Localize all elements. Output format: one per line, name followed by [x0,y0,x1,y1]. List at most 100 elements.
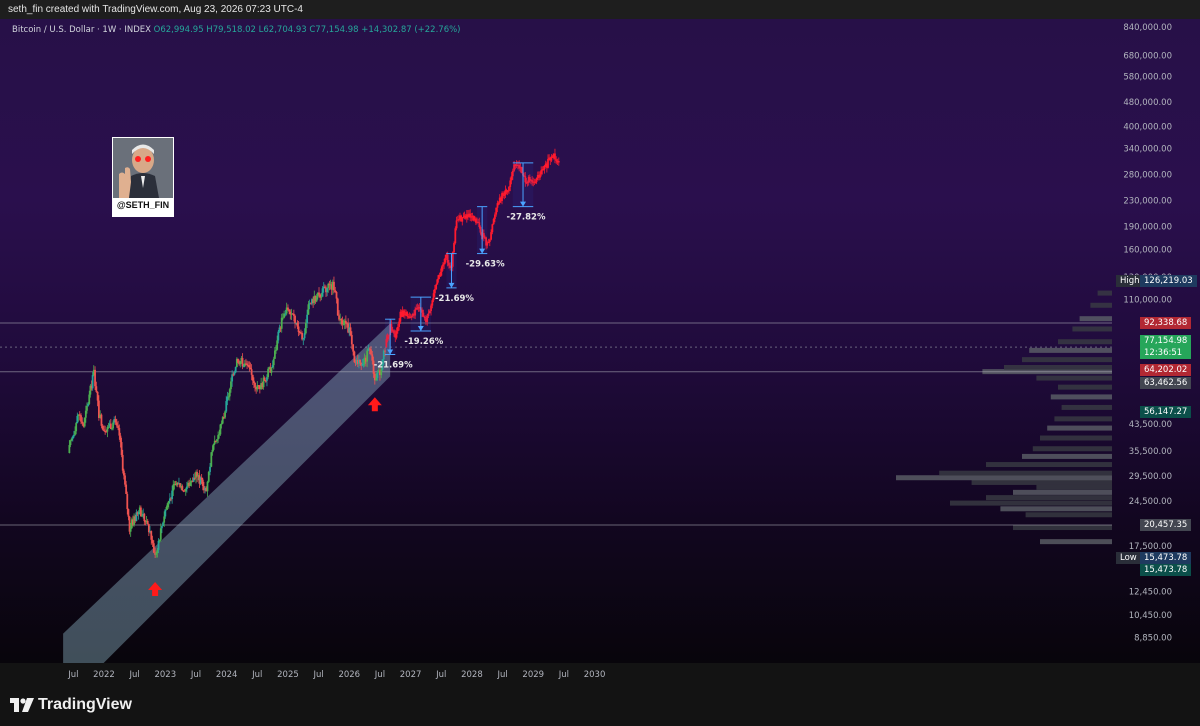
candle[interactable] [105,431,108,433]
candle[interactable] [73,434,75,437]
candle[interactable] [84,410,87,418]
candle[interactable] [124,475,126,485]
candle[interactable] [274,350,276,359]
projected-candle[interactable] [454,228,457,244]
projected-candle[interactable] [491,224,494,233]
candle[interactable] [189,482,192,486]
candle[interactable] [288,309,291,312]
projected-candle[interactable] [406,312,409,317]
candle[interactable] [359,359,361,363]
candle[interactable] [219,424,222,435]
candle[interactable] [225,401,228,412]
candle[interactable] [266,377,268,381]
projected-candle[interactable] [508,187,510,192]
candle[interactable] [251,374,254,381]
projected-candle[interactable] [496,203,499,208]
projected-candle[interactable] [442,264,444,267]
projected-candle[interactable] [395,331,398,338]
candle[interactable] [362,363,365,365]
projected-candle[interactable] [461,217,464,222]
candle[interactable] [91,375,94,389]
projected-candle[interactable] [396,326,399,332]
candle[interactable] [227,396,230,398]
candle[interactable] [217,435,220,440]
projected-candle[interactable] [539,174,541,178]
candle[interactable] [232,374,235,376]
projected-candle[interactable] [502,193,505,195]
candle[interactable] [277,331,280,341]
candle[interactable] [264,380,267,382]
projected-candle[interactable] [444,257,447,263]
candle[interactable] [75,423,78,432]
time-axis[interactable]: Jul 2022 Jul 2023 Jul 2024 Jul 2025 Jul 2026 Jul 20… [0,663,1200,684]
candle[interactable] [334,290,337,292]
candle[interactable] [120,442,123,455]
candle[interactable] [304,323,307,334]
candle[interactable] [157,540,160,550]
candle[interactable] [237,358,239,363]
projected-candle[interactable] [443,262,445,265]
candle[interactable] [315,296,318,302]
candle[interactable] [122,470,125,476]
candle[interactable] [137,511,140,515]
candle[interactable] [267,368,269,378]
candle[interactable] [292,313,295,316]
candle[interactable] [112,422,114,429]
candle[interactable] [344,320,347,324]
candle[interactable] [207,471,210,482]
candle[interactable] [230,381,232,390]
price-chart[interactable]: 840,000.00 680,000.00 580,000.00 480,000.00… [0,19,1200,663]
projected-candle[interactable] [557,161,560,163]
candle[interactable] [127,509,130,517]
candle[interactable] [172,484,175,491]
projected-candle[interactable] [431,300,434,306]
candle[interactable] [250,369,253,375]
candle[interactable] [156,549,159,554]
projected-candle[interactable] [453,243,455,253]
candle[interactable] [167,501,170,504]
candle[interactable] [121,454,124,471]
projected-candle[interactable] [488,239,491,242]
projected-candle[interactable] [554,153,556,160]
candle[interactable] [281,317,284,319]
candle[interactable] [201,479,204,487]
candle[interactable] [252,380,255,384]
candle[interactable] [272,358,275,366]
candle[interactable] [141,515,143,517]
projected-candle[interactable] [487,241,490,243]
projected-candle[interactable] [535,177,538,182]
candle[interactable] [296,322,299,327]
candle[interactable] [96,391,99,401]
projected-candle[interactable] [547,158,549,168]
candle[interactable] [111,428,113,430]
candle[interactable] [302,338,305,340]
projected-candle[interactable] [436,279,439,285]
projected-candle[interactable] [462,216,465,218]
candle[interactable] [147,524,150,533]
candle[interactable] [212,444,215,450]
candle[interactable] [193,477,196,479]
projected-candle[interactable] [497,202,500,204]
candle[interactable] [159,528,162,540]
projected-candle[interactable] [490,232,492,240]
tradingview-logo[interactable]: TradingView [10,696,132,714]
candle[interactable] [151,539,154,544]
candle[interactable] [185,486,188,490]
candle[interactable] [74,431,76,435]
projected-candle[interactable] [555,159,558,161]
candle[interactable] [118,428,121,436]
candle[interactable] [241,357,244,367]
candle[interactable] [162,522,164,526]
projected-candle[interactable] [455,220,458,229]
candle[interactable] [171,490,174,500]
candle[interactable] [254,383,256,388]
candle[interactable] [231,374,234,382]
candle[interactable] [270,367,273,373]
candle[interactable] [117,425,119,429]
candle[interactable] [76,415,79,424]
candle[interactable] [318,292,320,295]
candle[interactable] [155,553,158,555]
projected-candle[interactable] [433,289,436,294]
projected-candle[interactable] [510,176,513,181]
candle[interactable] [184,489,187,492]
